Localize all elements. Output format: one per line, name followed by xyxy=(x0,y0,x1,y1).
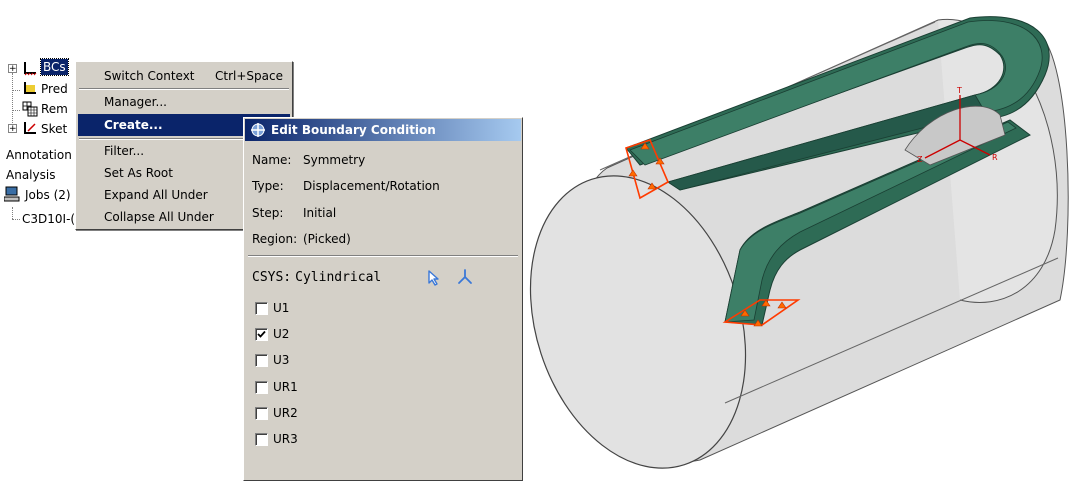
tree-line xyxy=(12,90,20,91)
dof-checkbox-u3[interactable] xyxy=(255,354,268,367)
dof-checkbox-ur3[interactable] xyxy=(255,433,268,446)
csys-label: CSYS: xyxy=(252,270,292,285)
tree-item-label: BCs xyxy=(40,58,69,76)
dof-checkbox-u1[interactable] xyxy=(255,302,268,315)
triad-r-label: R xyxy=(992,153,998,162)
dof-label: UR2 xyxy=(273,406,298,420)
csys-row: CSYS: Cylindrical xyxy=(252,267,381,289)
tree-item-label: Jobs (2) xyxy=(25,188,71,202)
tree-line xyxy=(12,219,20,220)
menu-item-label: Set As Root xyxy=(104,166,173,180)
tree-item-label: Analysis xyxy=(6,168,56,182)
menu-item-label: Expand All Under xyxy=(104,188,208,202)
menu-item-label: Filter... xyxy=(104,144,145,158)
dof-checkbox-ur1[interactable] xyxy=(255,381,268,394)
menu-item-label: Switch Context xyxy=(104,69,195,83)
menu-item-switch-context[interactable]: Switch Context Ctrl+Space xyxy=(78,65,290,87)
field-value: (Picked) xyxy=(303,232,351,246)
tree-item-label: Pred xyxy=(41,82,68,96)
dof-checkbox-ur2[interactable] xyxy=(255,407,268,420)
bc-icon xyxy=(24,62,37,76)
field-label: Name: xyxy=(252,153,292,167)
dialog-separator xyxy=(248,255,518,257)
menu-item-label: Manager... xyxy=(104,95,167,109)
checkmark-icon xyxy=(257,330,266,338)
tree-item-label: Sket xyxy=(41,122,68,136)
dof-checkbox-u2[interactable] xyxy=(255,328,268,341)
menu-item-label: Collapse All Under xyxy=(104,210,214,224)
dof-label: U3 xyxy=(273,353,290,367)
menu-item-accelerator: Ctrl+Space xyxy=(215,69,283,83)
sketch-icon xyxy=(24,122,36,134)
menu-separator xyxy=(79,88,289,90)
triad-z-label: Z xyxy=(917,155,923,164)
computer-icon xyxy=(4,186,20,202)
menu-item-label: Create... xyxy=(104,118,163,132)
tree-line xyxy=(12,110,20,111)
field-label: Step: xyxy=(252,206,284,220)
predefined-field-icon xyxy=(24,82,36,94)
csys-value: Cylindrical xyxy=(295,270,382,285)
dof-label: U1 xyxy=(273,301,290,315)
edit-boundary-condition-dialog: Edit Boundary Condition Name: Symmetry T… xyxy=(243,117,523,481)
dialog-title-bar[interactable]: Edit Boundary Condition xyxy=(245,119,521,141)
dialog-title: Edit Boundary Condition xyxy=(271,123,436,137)
select-csys-arrow-icon[interactable] xyxy=(425,269,443,287)
tree-item-label: C3D10I-( xyxy=(22,212,76,226)
dof-label: U2 xyxy=(273,327,290,341)
tree-line xyxy=(12,207,13,219)
field-value: Displacement/Rotation xyxy=(303,179,440,193)
expand-icon[interactable]: + xyxy=(8,64,17,74)
field-value: Initial xyxy=(303,206,337,220)
boundary-condition-icon xyxy=(251,123,265,137)
tree-item-label: Annotation xyxy=(6,148,72,162)
create-csys-triad-icon[interactable] xyxy=(456,268,474,286)
field-value: Symmetry xyxy=(303,153,366,167)
expand-icon[interactable]: + xyxy=(8,124,17,134)
triad-t-label: T xyxy=(956,86,962,95)
field-label: Type: xyxy=(252,179,284,193)
model-viewport[interactable]: T R Z xyxy=(525,0,1080,481)
field-label: Region: xyxy=(252,232,298,246)
dof-label: UR1 xyxy=(273,380,298,394)
menu-item-manager[interactable]: Manager... xyxy=(78,91,290,113)
dof-label: UR3 xyxy=(273,432,298,446)
tree-line xyxy=(12,73,13,129)
tree-item-label: Rem xyxy=(41,102,68,116)
remeshing-icon xyxy=(22,101,38,117)
